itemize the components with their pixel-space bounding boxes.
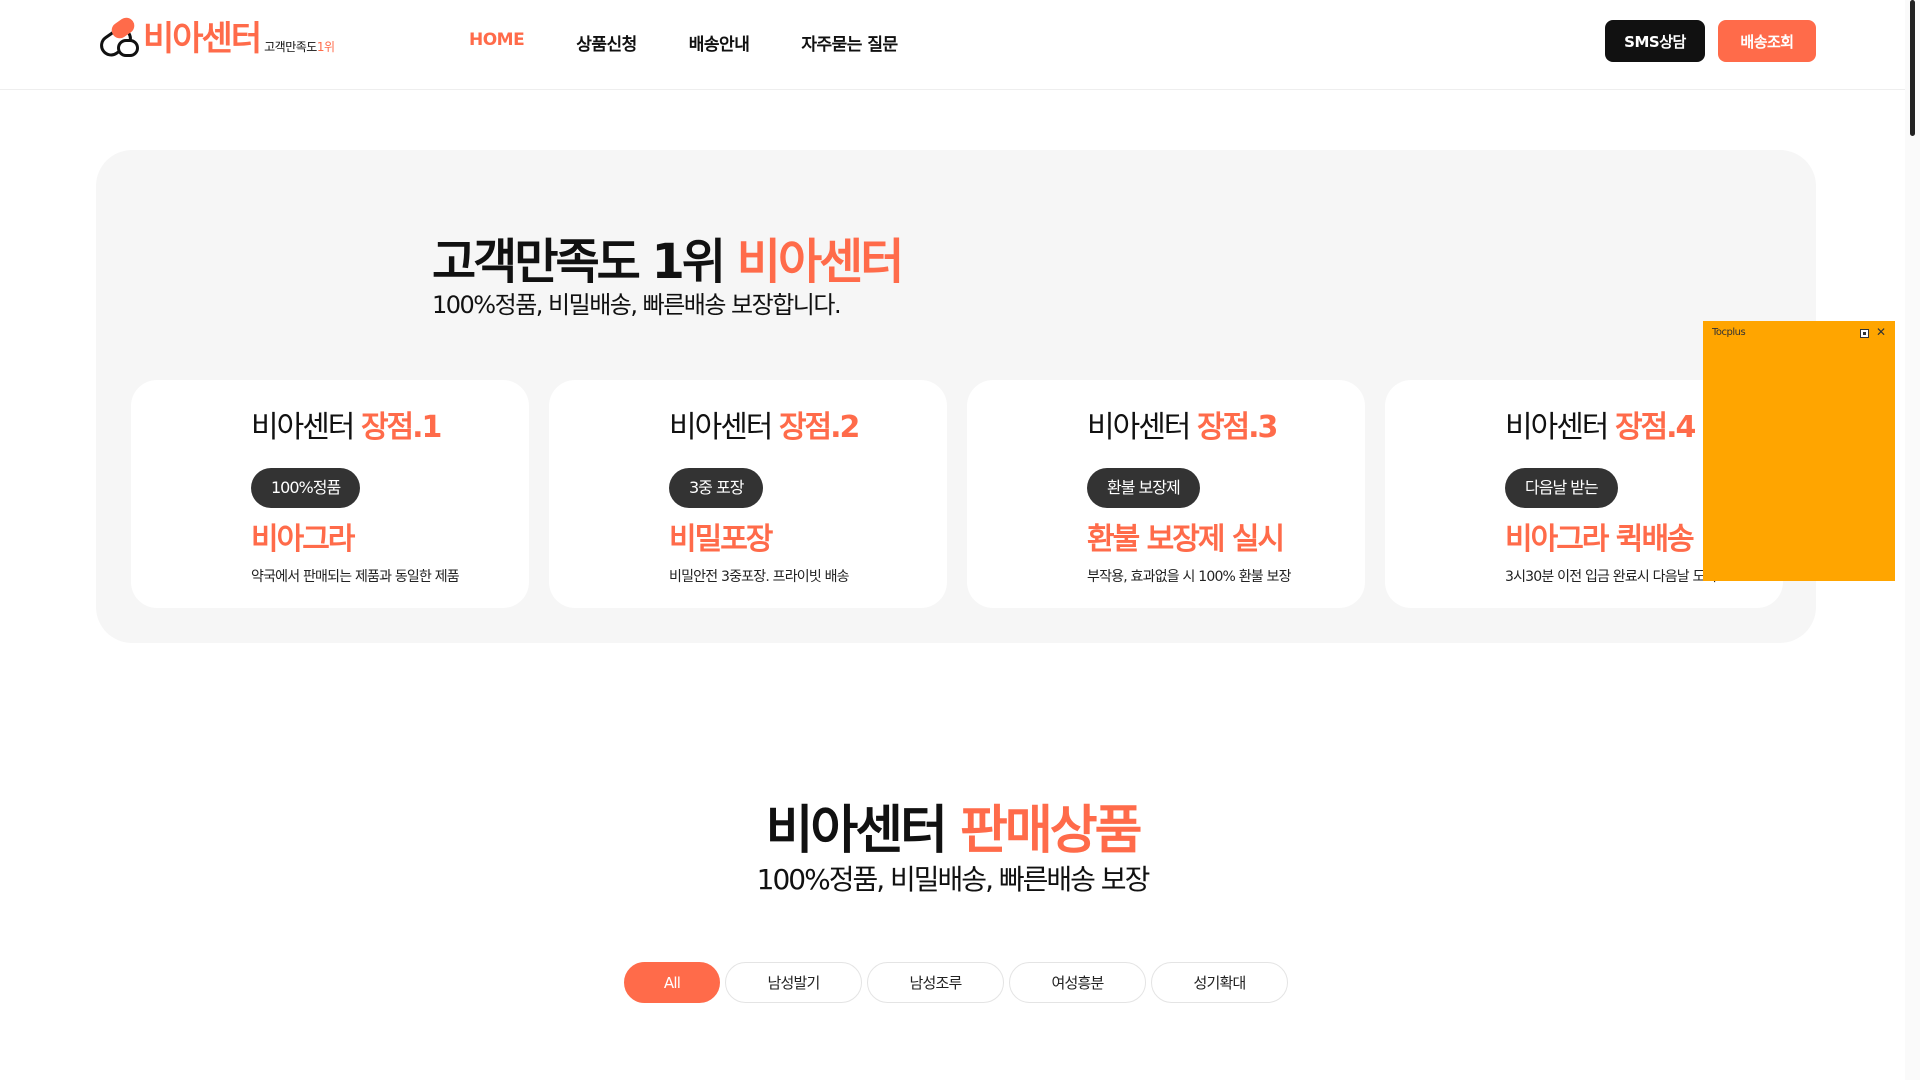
widget-label: Tocplus (1712, 327, 1746, 338)
filter-enlargement[interactable]: 성기확대 (1151, 962, 1288, 1003)
products-subtitle: 100%정품, 비밀배송, 빠른배송 보장 (756, 863, 1151, 896)
sms-consult-button[interactable]: SMS상담 (1605, 20, 1705, 62)
card-description: 부작용, 효과없을 시 100% 환불 보장 (1087, 569, 1291, 585)
card-description: 3시30분 이전 입금 완료시 다음날 도착 (1505, 569, 1718, 585)
card-badge: 다음날 받는 (1505, 468, 1618, 508)
category-filters: All 남성발기 남성조루 여성흥분 성기확대 (624, 962, 1288, 1003)
advantage-cards: 비아센터 장점.1 100%정품 비아그라 약국에서 판매되는 제품과 동일한 … (131, 380, 1783, 608)
chat-widget[interactable]: Tocplus ✕ (1703, 321, 1895, 581)
advantage-card: 비아센터 장점.1 100%정품 비아그라 약국에서 판매되는 제품과 동일한 … (131, 380, 529, 608)
advantage-card: 비아센터 장점.2 3중 포장 비밀포장 비밀안전 3중포장. 프라이빗 배송 (549, 380, 947, 608)
card-badge: 환불 보장제 (1087, 468, 1200, 508)
card-headline: 비밀포장 (669, 522, 773, 557)
card-headline: 환불 보장제 실시 (1087, 522, 1285, 557)
nav-home[interactable]: HOME (469, 30, 525, 55)
nav-delivery-info[interactable]: 배송안내 (689, 30, 750, 55)
minimize-icon[interactable] (1860, 329, 1869, 338)
nav-product-order[interactable]: 상품신청 (576, 30, 637, 55)
close-icon[interactable]: ✕ (1876, 325, 1886, 339)
nav-faq[interactable]: 자주묻는 질문 (801, 30, 898, 55)
card-badge: 3중 포장 (669, 468, 764, 508)
advantage-card: 비아센터 장점.3 환불 보장제 환불 보장제 실시 부작용, 효과없을 시 1… (967, 380, 1365, 608)
filter-male-premature[interactable]: 남성조루 (867, 962, 1004, 1003)
card-headline: 비아그라 퀵배송 (1505, 522, 1695, 557)
main-nav: HOME 상품신청 배송안내 자주묻는 질문 (469, 30, 898, 55)
delivery-tracking-button[interactable]: 배송조회 (1718, 20, 1816, 62)
hero-title: 고객만족도 1위 비아센터 (432, 234, 904, 290)
site-logo[interactable]: 비아센터 고객만족도1위 (95, 14, 335, 61)
card-title: 비아센터 장점.3 (1087, 410, 1278, 445)
logo-tagline: 고객만족도1위 (264, 40, 335, 54)
filter-female-arousal[interactable]: 여성흥분 (1009, 962, 1146, 1003)
filter-all[interactable]: All (624, 962, 720, 1003)
card-title: 비아센터 장점.1 (251, 410, 442, 445)
hero-subtitle: 100%정품, 비밀배송, 빠른배송 보장합니다. (432, 291, 842, 319)
pill-logo-icon (95, 14, 141, 61)
site-header: 비아센터 고객만족도1위 HOME 상품신청 배송안내 자주묻는 질문 SMS상… (0, 0, 1905, 90)
page-scrollbar[interactable] (1905, 0, 1920, 1080)
card-headline: 비아그라 (251, 522, 355, 557)
card-title: 비아센터 장점.2 (669, 410, 860, 445)
scrollbar-thumb[interactable] (1910, 0, 1915, 136)
card-description: 비밀안전 3중포장. 프라이빗 배송 (669, 569, 850, 585)
products-title: 비아센터 판매상품 (765, 801, 1143, 861)
hero-panel: 고객만족도 1위 비아센터 100%정품, 비밀배송, 빠른배송 보장합니다. … (96, 150, 1816, 643)
card-title: 비아센터 장점.4 (1505, 410, 1696, 445)
filter-male-erection[interactable]: 남성발기 (725, 962, 862, 1003)
logo-text: 비아센터 (143, 19, 262, 59)
card-description: 약국에서 판매되는 제품과 동일한 제품 (251, 569, 460, 585)
card-badge: 100%정품 (251, 468, 361, 508)
